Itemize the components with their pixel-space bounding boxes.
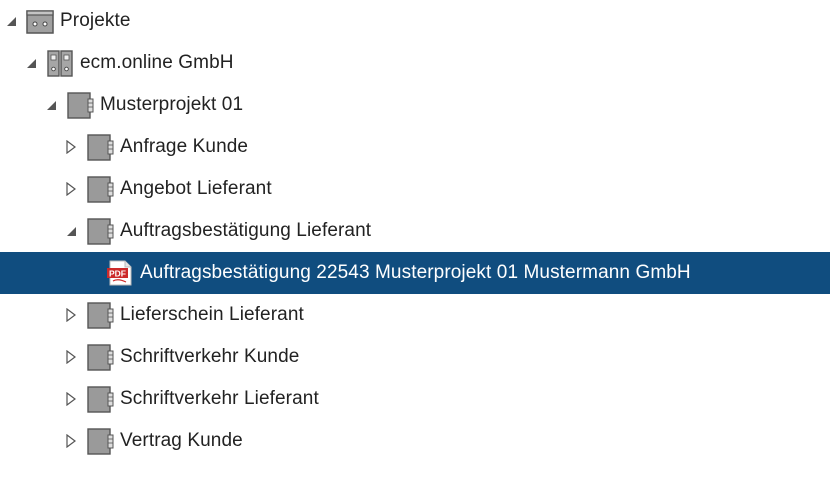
tree-item-label: ecm.online GmbH <box>80 52 234 73</box>
tree-item-musterprojekt-01[interactable]: Musterprojekt 01 <box>0 84 830 126</box>
tree-item-label: Auftragsbestätigung 22543 Musterprojekt … <box>140 262 691 283</box>
collapse-arrow-icon[interactable] <box>24 56 38 70</box>
tree-item-auftragsbestaetigung-lieferant[interactable]: Auftragsbestätigung Lieferant <box>0 210 830 252</box>
folder-icon <box>86 427 114 455</box>
expand-arrow-icon[interactable] <box>64 350 78 364</box>
tree-item-label: Musterprojekt 01 <box>100 94 244 115</box>
tree-item-label: Anfrage Kunde <box>120 136 249 157</box>
tree-item-anfrage-kunde[interactable]: Anfrage Kunde <box>0 126 830 168</box>
collapse-arrow-icon[interactable] <box>4 14 18 28</box>
expand-arrow-icon[interactable] <box>64 140 78 154</box>
folder-icon <box>86 133 114 161</box>
tree-item-pdf-document[interactable]: PDF Auftragsbestätigung 22543 Musterproj… <box>0 252 830 294</box>
expand-arrow-icon[interactable] <box>64 434 78 448</box>
tree-item-vertrag-kunde[interactable]: Vertrag Kunde <box>0 420 830 462</box>
tree-item-label: Schriftverkehr Kunde <box>120 346 300 367</box>
tree-item-schriftverkehr-kunde[interactable]: Schriftverkehr Kunde <box>0 336 830 378</box>
tree-item-schriftverkehr-lieferant[interactable]: Schriftverkehr Lieferant <box>0 378 830 420</box>
folder-icon <box>86 217 114 245</box>
tree-item-angebot-lieferant[interactable]: Angebot Lieferant <box>0 168 830 210</box>
tree-item-lieferschein-lieferant[interactable]: Lieferschein Lieferant <box>0 294 830 336</box>
folder-icon <box>86 343 114 371</box>
tree-item-ecm-online[interactable]: ecm.online GmbH <box>0 42 830 84</box>
expand-arrow-icon[interactable] <box>64 182 78 196</box>
expand-arrow-icon[interactable] <box>64 308 78 322</box>
tree-item-label: Lieferschein Lieferant <box>120 304 304 325</box>
cabinet-icon <box>26 7 54 35</box>
folder-icon <box>86 385 114 413</box>
tree-item-label: Projekte <box>60 10 131 31</box>
folder-icon <box>86 175 114 203</box>
folder-icon <box>66 91 94 119</box>
collapse-arrow-icon[interactable] <box>64 224 78 238</box>
pdf-badge-text: PDF <box>109 269 126 279</box>
folder-icon <box>86 301 114 329</box>
tree-item-label: Schriftverkehr Lieferant <box>120 388 319 409</box>
tree-item-label: Auftragsbestätigung Lieferant <box>120 220 372 241</box>
tree-item-label: Vertrag Kunde <box>120 430 243 451</box>
collapse-arrow-icon[interactable] <box>44 98 58 112</box>
binders-icon <box>46 49 74 77</box>
tree-item-projekte[interactable]: Projekte <box>0 0 830 42</box>
tree-item-label: Angebot Lieferant <box>120 178 272 199</box>
pdf-file-icon: PDF <box>106 259 134 287</box>
expand-arrow-icon[interactable] <box>64 392 78 406</box>
